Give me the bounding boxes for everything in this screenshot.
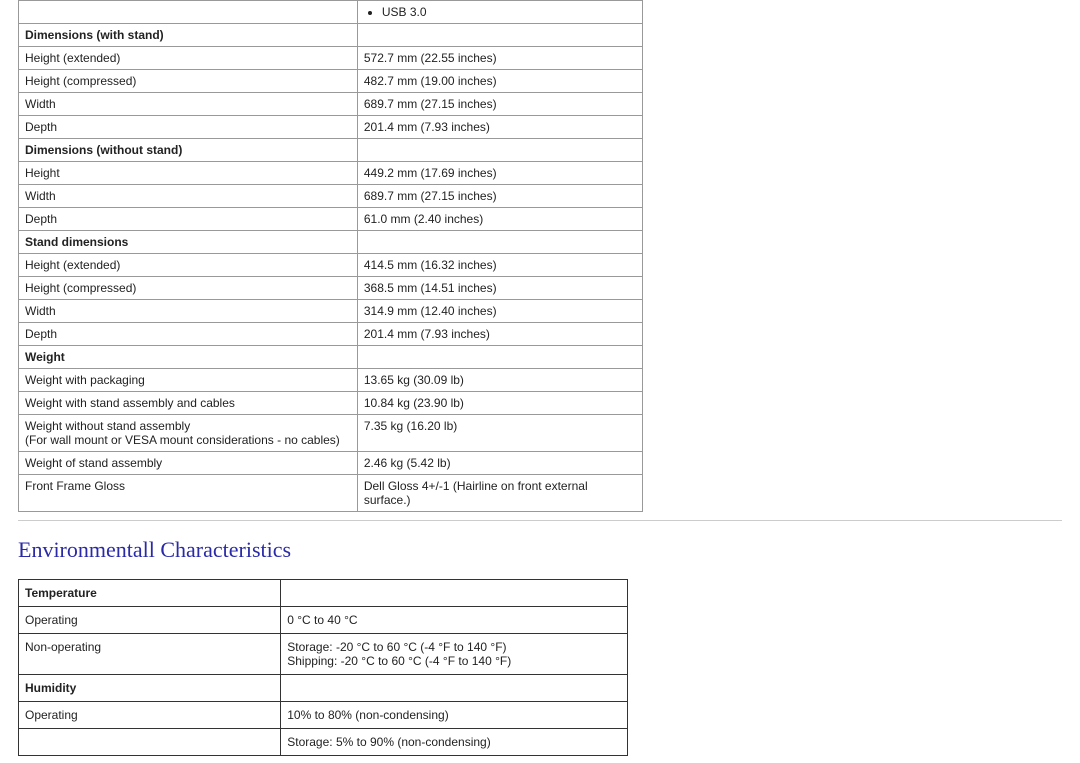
- spec-label: Weight of stand assembly: [19, 452, 358, 475]
- spec-label: Width: [19, 300, 358, 323]
- section-divider: [18, 520, 1062, 521]
- env-row: Non-operatingStorage: -20 °C to 60 °C (-…: [19, 634, 628, 675]
- env-value: 0 °C to 40 °C: [281, 607, 628, 634]
- spec-label: Height: [19, 162, 358, 185]
- usb-list: USB 3.0: [382, 5, 636, 19]
- spec-row: Height (compressed)368.5 mm (14.51 inche…: [19, 277, 643, 300]
- env-section-header: Temperature: [19, 580, 628, 607]
- spec-section-empty: [357, 139, 642, 162]
- spec-row: Weight of stand assembly2.46 kg (5.42 lb…: [19, 452, 643, 475]
- spec-section-header: Dimensions (with stand): [19, 24, 643, 47]
- spec-label: Height (compressed): [19, 277, 358, 300]
- spec-label: Width: [19, 93, 358, 116]
- spec-label: Weight with stand assembly and cables: [19, 392, 358, 415]
- env-label: Non-operating: [19, 634, 281, 675]
- spec-label: Depth: [19, 208, 358, 231]
- usb-label-cell: [19, 1, 358, 24]
- spec-value: 368.5 mm (14.51 inches): [357, 277, 642, 300]
- spec-row: Width689.7 mm (27.15 inches): [19, 185, 643, 208]
- env-label: Operating: [19, 607, 281, 634]
- spec-value: Dell Gloss 4+/-1 (Hairline on front exte…: [357, 475, 642, 512]
- spec-value: 482.7 mm (19.00 inches): [357, 70, 642, 93]
- spec-value: 689.7 mm (27.15 inches): [357, 93, 642, 116]
- spec-row: Height (extended)414.5 mm (16.32 inches): [19, 254, 643, 277]
- spec-value: 314.9 mm (12.40 inches): [357, 300, 642, 323]
- spec-value: 13.65 kg (30.09 lb): [357, 369, 642, 392]
- env-value: 10% to 80% (non-condensing): [281, 702, 628, 729]
- spec-label: Weight with packaging: [19, 369, 358, 392]
- usb-row: USB 3.0: [19, 1, 643, 24]
- spec-row: Height (compressed)482.7 mm (19.00 inche…: [19, 70, 643, 93]
- spec-value: 689.7 mm (27.15 inches): [357, 185, 642, 208]
- spec-row: Front Frame GlossDell Gloss 4+/-1 (Hairl…: [19, 475, 643, 512]
- env-value: Storage: -20 °C to 60 °C (-4 °F to 140 °…: [281, 634, 628, 675]
- spec-section-header: Stand dimensions: [19, 231, 643, 254]
- spec-value: 572.7 mm (22.55 inches): [357, 47, 642, 70]
- spec-label: Height (compressed): [19, 70, 358, 93]
- env-section-title: Temperature: [19, 580, 281, 607]
- env-section-empty: [281, 580, 628, 607]
- spec-row: Width689.7 mm (27.15 inches): [19, 93, 643, 116]
- spec-value: 201.4 mm (7.93 inches): [357, 323, 642, 346]
- env-value: Storage: 5% to 90% (non-condensing): [281, 729, 628, 756]
- spec-label: Height (extended): [19, 254, 358, 277]
- spec-row: Depth201.4 mm (7.93 inches): [19, 323, 643, 346]
- spec-row: Height (extended)572.7 mm (22.55 inches): [19, 47, 643, 70]
- spec-label: Front Frame Gloss: [19, 475, 358, 512]
- spec-value: 7.35 kg (16.20 lb): [357, 415, 642, 452]
- spec-row: Weight with stand assembly and cables10.…: [19, 392, 643, 415]
- spec-row: Depth201.4 mm (7.93 inches): [19, 116, 643, 139]
- spec-value: 61.0 mm (2.40 inches): [357, 208, 642, 231]
- spec-label: Height (extended): [19, 47, 358, 70]
- env-label: [19, 729, 281, 756]
- spec-section-title: Dimensions (with stand): [19, 24, 358, 47]
- spec-section-header: Dimensions (without stand): [19, 139, 643, 162]
- spec-row: Height449.2 mm (17.69 inches): [19, 162, 643, 185]
- spec-row: Width314.9 mm (12.40 inches): [19, 300, 643, 323]
- spec-section-empty: [357, 24, 642, 47]
- environmental-heading: Environmentall Characteristics: [18, 537, 1062, 563]
- spec-value: 10.84 kg (23.90 lb): [357, 392, 642, 415]
- environmental-table: TemperatureOperating0 °C to 40 °CNon-ope…: [18, 579, 628, 756]
- spec-section-title: Weight: [19, 346, 358, 369]
- spec-section-header: Weight: [19, 346, 643, 369]
- env-row: Operating0 °C to 40 °C: [19, 607, 628, 634]
- env-label: Operating: [19, 702, 281, 729]
- env-section-empty: [281, 675, 628, 702]
- spec-section-empty: [357, 346, 642, 369]
- env-section-title: Humidity: [19, 675, 281, 702]
- spec-section-title: Stand dimensions: [19, 231, 358, 254]
- env-section-header: Humidity: [19, 675, 628, 702]
- usb-value-cell: USB 3.0: [357, 1, 642, 24]
- spec-value: 2.46 kg (5.42 lb): [357, 452, 642, 475]
- spec-label: Depth: [19, 323, 358, 346]
- spec-value: 201.4 mm (7.93 inches): [357, 116, 642, 139]
- spec-section-title: Dimensions (without stand): [19, 139, 358, 162]
- spec-section-empty: [357, 231, 642, 254]
- spec-row: Depth61.0 mm (2.40 inches): [19, 208, 643, 231]
- spec-label: Depth: [19, 116, 358, 139]
- env-row: Operating10% to 80% (non-condensing): [19, 702, 628, 729]
- spec-table: USB 3.0 Dimensions (with stand)Height (e…: [18, 0, 643, 512]
- spec-label: Width: [19, 185, 358, 208]
- usb-list-item: USB 3.0: [382, 5, 636, 19]
- spec-row: Weight without stand assembly (For wall …: [19, 415, 643, 452]
- spec-value: 449.2 mm (17.69 inches): [357, 162, 642, 185]
- spec-label: Weight without stand assembly (For wall …: [19, 415, 358, 452]
- spec-value: 414.5 mm (16.32 inches): [357, 254, 642, 277]
- spec-row: Weight with packaging13.65 kg (30.09 lb): [19, 369, 643, 392]
- env-row: Storage: 5% to 90% (non-condensing): [19, 729, 628, 756]
